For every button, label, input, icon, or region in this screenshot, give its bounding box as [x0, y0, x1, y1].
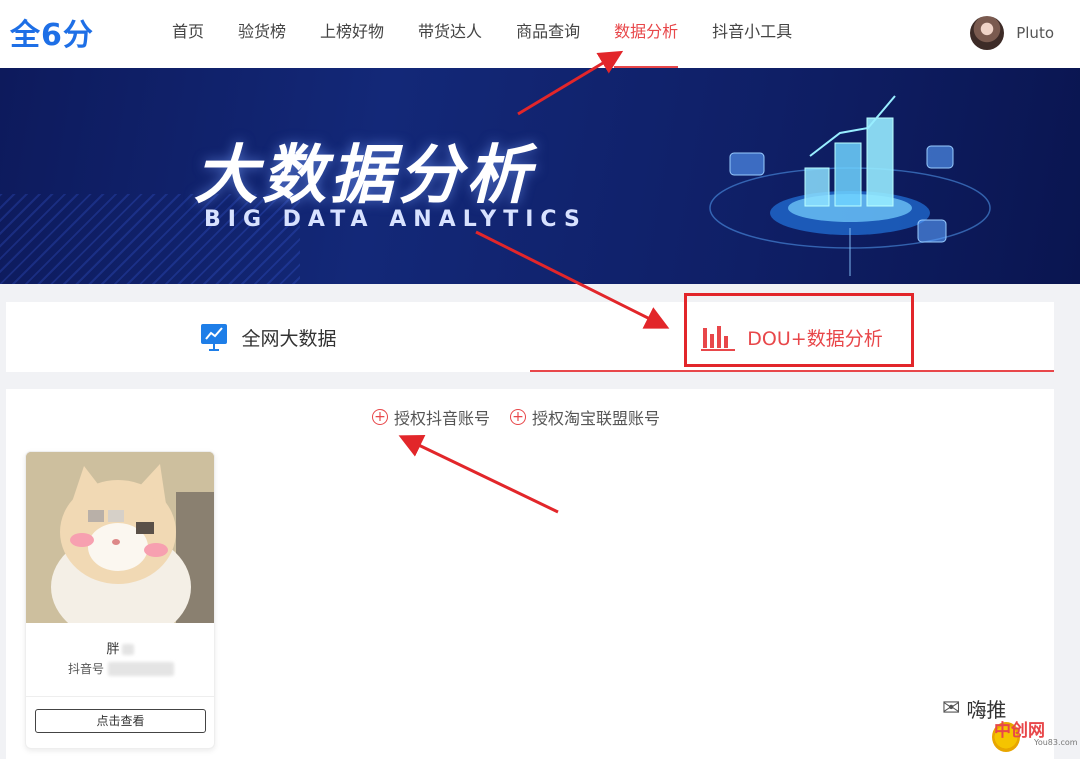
wechat-icon: ✉ [942, 696, 961, 721]
user-menu[interactable]: Pluto [970, 16, 1054, 50]
account-name: 胖 [26, 638, 214, 657]
auth-link-label: 授权淘宝联盟账号 [532, 409, 661, 428]
tab-label: DOU+数据分析 [747, 327, 883, 350]
blurred-text [108, 661, 175, 676]
presentation-chart-icon [199, 322, 229, 352]
nav-item-product-search[interactable]: 商品查询 [516, 0, 580, 68]
banner-title: 大数据分析 [194, 139, 534, 213]
tab-network-big-data[interactable]: 全网大数据 [6, 302, 530, 372]
avatar[interactable] [970, 16, 1005, 50]
data-analytics-illustration [709, 95, 991, 276]
nav-item-data-analysis[interactable]: 数据分析 [614, 0, 679, 68]
account-id: 抖音号 [68, 660, 175, 677]
plus-circle-icon: + [372, 409, 388, 425]
nav-item-influencers[interactable]: 带货达人 [418, 0, 482, 68]
bar-chart-icon [701, 322, 736, 352]
logo-text: 全6分 [10, 18, 94, 53]
site-logo[interactable]: 全6分 [10, 12, 94, 53]
nav-item-douyin-tools[interactable]: 抖音小工具 [712, 0, 792, 68]
authorize-douyin-link[interactable]: + 授权抖音账号 [372, 405, 490, 429]
top-header: 全6分 首页 验货榜 上榜好物 带货达人 商品查询 数据分析 抖音小工具 Plu… [0, 0, 1080, 68]
plus-circle-icon: + [510, 409, 527, 425]
auth-links: + 授权抖音账号 + 授权淘宝联盟账号 [372, 405, 680, 429]
view-account-button[interactable]: 点击查看 [35, 709, 206, 733]
divider [26, 696, 214, 697]
auth-link-label: 授权抖音账号 [394, 409, 491, 428]
tab-label: 全网大数据 [241, 327, 337, 350]
account-card: 胖 抖音号 点击查看 [25, 451, 215, 749]
main-content: + 授权抖音账号 + 授权淘宝联盟账号 胖 抖音号 点击查看 [6, 389, 1054, 759]
account-id-label: 抖音号 [68, 662, 105, 676]
site-url: You83.com [1034, 738, 1078, 747]
blurred-text [121, 644, 134, 655]
tab-dou-plus-analysis[interactable]: DOU+数据分析 [530, 302, 1054, 372]
nav-item-top-products[interactable]: 上榜好物 [320, 0, 384, 68]
nav-item-home[interactable]: 首页 [172, 0, 204, 68]
analysis-tabs: 全网大数据 DOU+数据分析 [6, 302, 1054, 372]
banner-subtitle: BIG DATA ANALYTICS [204, 207, 587, 232]
username: Pluto [1016, 24, 1054, 42]
main-nav: 首页 验货榜 上榜好物 带货达人 商品查询 数据分析 抖音小工具 [172, 0, 826, 68]
authorize-taobao-link[interactable]: + 授权淘宝联盟账号 [510, 405, 660, 429]
account-avatar-image [26, 452, 214, 623]
nav-item-inspection-rank[interactable]: 验货榜 [238, 0, 286, 68]
hero-banner: 大数据分析 BIG DATA ANALYTICS [0, 68, 1080, 284]
